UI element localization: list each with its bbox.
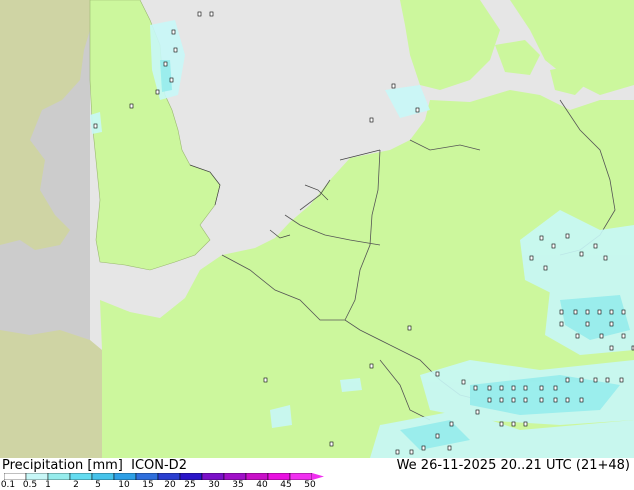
color-swatch: [245, 473, 269, 480]
scale-tick-label: 0.5: [22, 480, 38, 490]
scale-tick-label: 25: [184, 480, 196, 490]
scale-tick-label: 2: [73, 480, 79, 490]
color-swatch: [25, 473, 49, 480]
scale-tick-label: 15: [142, 480, 154, 490]
color-swatch: [113, 473, 137, 480]
color-swatch: [223, 473, 247, 480]
color-swatch: [47, 473, 71, 480]
color-scale-arrow: [312, 473, 324, 480]
color-swatch: [267, 473, 291, 480]
color-swatch: [4, 473, 27, 480]
model-label: ICON-D2: [131, 458, 187, 473]
color-swatch: [289, 473, 313, 480]
scale-tick-label: 35: [232, 480, 244, 490]
color-swatch: [201, 473, 225, 480]
color-swatch: [91, 473, 115, 480]
legend-footer: Precipitation [mm] ICON-D2 We 26-11-2025…: [0, 458, 634, 490]
scale-tick-label: 10: [118, 480, 130, 490]
scale-tick-label: 20: [164, 480, 176, 490]
scale-tick-label: 30: [208, 480, 220, 490]
land-outside-domain: [0, 330, 102, 458]
color-swatch: [69, 473, 93, 480]
scale-tick-label: 45: [280, 480, 292, 490]
scale-tick-label: 40: [256, 480, 268, 490]
scale-tick-label: 0.1: [0, 480, 16, 490]
scale-tick-label: 5: [95, 480, 101, 490]
product-label: Precipitation [mm]: [2, 458, 123, 473]
scale-tick-label: 50: [304, 480, 316, 490]
color-swatch: [179, 473, 203, 480]
product-title: Precipitation [mm] ICON-D2: [2, 458, 187, 473]
color-swatch: [157, 473, 181, 480]
color-swatch: [135, 473, 159, 480]
color-scale-bar: [4, 473, 324, 480]
color-scale-ticks: 0.1 0.5 1 2 5 10 15 20 25 30 35 40 45 50: [0, 480, 634, 490]
scale-tick-label: 1: [45, 480, 51, 490]
precipitation-map: [0, 0, 634, 458]
valid-time: We 26-11-2025 20..21 UTC (21+48): [396, 458, 630, 473]
